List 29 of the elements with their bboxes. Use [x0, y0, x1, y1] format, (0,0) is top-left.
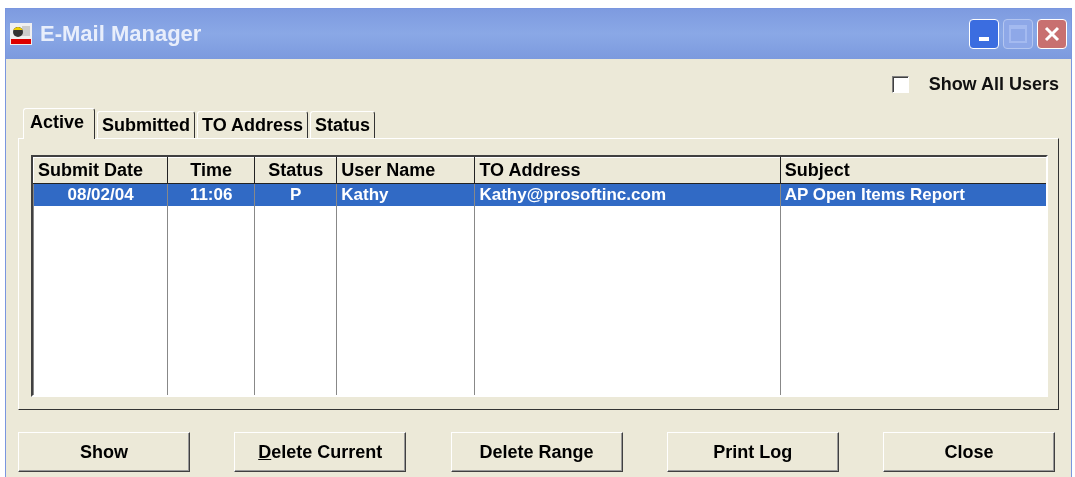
action-button[interactable]: Print Log [666, 432, 839, 472]
table-cell: 08/02/04 [33, 183, 168, 206]
column-header[interactable]: Time [167, 157, 255, 184]
table-row[interactable]: 08/02/04 11:06 P Kathy Kathy@prosoftinc.com AP Open Items Report [33, 183, 1046, 206]
tab[interactable]: Submitted [97, 111, 196, 138]
action-button[interactable]: Delete Current [234, 432, 407, 472]
column-header[interactable]: TO Address [474, 157, 781, 184]
close-button[interactable] [1037, 19, 1067, 49]
minimize-button[interactable] [969, 19, 999, 49]
table-cell: P [254, 183, 337, 206]
table-cell: Kathy [336, 183, 475, 206]
column-header[interactable]: Submit Date [33, 157, 168, 184]
close-icon [1042, 24, 1062, 44]
column-header[interactable]: Subject [780, 157, 1046, 184]
column-header[interactable]: Status [254, 157, 337, 184]
tab[interactable]: Active [23, 108, 96, 139]
action-button[interactable]: Delete Range [450, 432, 623, 472]
action-button[interactable]: Close [883, 432, 1055, 472]
tab[interactable]: Status [310, 111, 376, 138]
show-all-users-checkbox[interactable] [891, 75, 909, 93]
checkbox-label: Show All Users [928, 73, 1059, 95]
table-cell: AP Open Items Report [780, 183, 1046, 206]
table-cell: 11:06 [167, 183, 255, 206]
action-button[interactable]: Show [18, 432, 190, 472]
tab[interactable]: TO Address [197, 111, 309, 138]
table-cell: Kathy@prosoftinc.com [474, 183, 781, 206]
column-header[interactable]: User Name [336, 157, 475, 184]
app-logo-icon [10, 23, 32, 45]
window-title: E-Mail Manager [40, 21, 203, 47]
